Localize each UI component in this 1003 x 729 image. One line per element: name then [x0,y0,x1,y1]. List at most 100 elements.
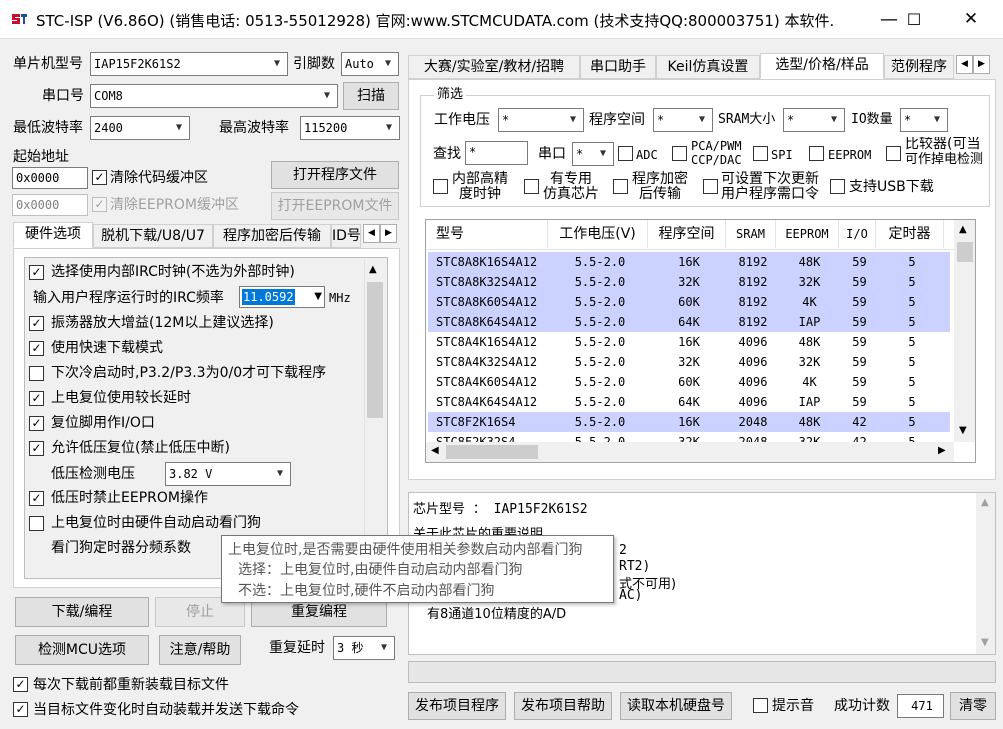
search-input[interactable]: * [465,141,528,165]
header-io[interactable]: I/O [839,220,876,248]
tab-hardware-options[interactable]: 硬件选项 [13,222,93,248]
table-row[interactable]: STC8F2K32S4 5.5-2.0 32K 2048 32K 42 5 [428,432,950,442]
close-button[interactable]: ✕ [948,0,994,39]
scroll-up-icon[interactable]: ▲ [981,497,989,508]
sram-filter-combo[interactable]: * ▼ [783,108,845,132]
header-timer[interactable]: 定时器 [876,220,944,248]
tab-keil-emulation[interactable]: Keil仿真设置 [656,55,760,79]
reload-before-download-checkbox[interactable]: ✓ [13,677,28,692]
scan-button[interactable]: 扫描 [343,82,399,110]
use-internal-irc-checkbox[interactable]: ✓ [29,265,44,280]
update-password-checkbox[interactable] [703,179,718,194]
usb-download-checkbox[interactable] [830,179,845,194]
tab-example-programs[interactable]: 范例程序 [884,55,954,79]
table-row[interactable]: STC8A8K60S4A12 5.5-2.0 60K 8192 4K 59 5 [428,292,950,312]
disable-eeprom-low-voltage-checkbox[interactable]: ✓ [29,491,44,506]
uart-filter-combo[interactable]: * ▼ [572,142,614,166]
clear-code-buffer-label: 清除代码缓冲区 [110,170,208,186]
cell-sram: 8192 [738,295,768,309]
table-row[interactable]: STC8A4K60S4A12 5.5-2.0 60K 4096 4K 59 5 [428,372,950,392]
cold-start-condition-checkbox[interactable] [29,366,44,381]
search-label: 查找 [433,146,461,162]
info-scrollbar[interactable]: ▲ ▼ [976,493,995,654]
tab-id-number[interactable]: ID号 [331,224,361,248]
scroll-down-icon[interactable]: ▼ [959,425,967,436]
table-row[interactable]: STC8A8K16S4A12 5.5-2.0 16K 8192 48K 59 5 [428,252,950,272]
oscillator-gain-checkbox[interactable]: ✓ [29,316,44,331]
repeat-delay-combo[interactable]: 3 秒 ▼ [333,636,395,660]
table-row[interactable]: STC8F2K16S4 5.5-2.0 16K 2048 48K 42 5 [428,412,950,432]
chip-info-line: AC) [619,588,643,603]
internal-irc-filter-checkbox[interactable] [433,179,448,194]
scroll-right-icon[interactable]: ▶ [938,445,946,456]
irc-frequency-combo[interactable]: 11.0592 ▼ [239,286,325,308]
header-sram[interactable]: SRAM [726,220,776,248]
io-filter-combo[interactable]: * ▼ [900,108,948,132]
tab-serial-assistant[interactable]: 串口助手 [580,55,656,79]
open-program-file-button[interactable]: 打开程序文件 [271,161,399,189]
read-disk-id-button[interactable]: 读取本机硬盘号 [620,692,732,720]
clear-eeprom-buffer-checkbox[interactable]: ✓ [92,197,107,212]
open-eeprom-file-button[interactable]: 打开EEPROM文件 [271,192,399,220]
tab-encrypted-transfer[interactable]: 程序加密后传输 [213,224,331,248]
tab-scroll-right-icon[interactable]: ▶ [380,224,397,243]
scroll-up-icon[interactable]: ▲ [369,264,377,275]
table-row[interactable]: STC8A8K64S4A12 5.5-2.0 64K 8192 IAP 59 5 [428,312,950,332]
scroll-left-icon[interactable]: ◀ [431,445,439,456]
max-baud-combo[interactable]: 115200 ▼ [300,116,400,140]
low-voltage-threshold-combo[interactable]: 3.82 V ▼ [165,462,291,486]
comparator-checkbox[interactable] [886,146,901,161]
header-eeprom[interactable]: EEPROM [776,220,839,248]
table-row[interactable]: STC8A4K64S4A12 5.5-2.0 64K 4096 IAP 59 5 [428,392,950,412]
clear-code-buffer-checkbox[interactable]: ✓ [92,170,107,185]
scroll-down-icon[interactable]: ▼ [981,637,989,648]
spi-checkbox[interactable] [753,146,768,161]
auto-send-on-change-checkbox[interactable]: ✓ [13,702,28,717]
flash-filter-combo[interactable]: * ▼ [653,108,713,132]
fast-download-checkbox[interactable]: ✓ [29,341,44,356]
voltage-filter-combo[interactable]: * ▼ [498,108,584,132]
auto-watchdog-checkbox[interactable] [29,516,44,531]
header-voltage[interactable]: 工作电压(V) [548,220,648,248]
tab-scroll-left-icon[interactable]: ◀ [363,224,380,243]
help-button[interactable]: 注意/帮助 [159,635,241,665]
options-scrollbar[interactable]: ▲ [364,260,384,576]
pin-count-combo[interactable]: Auto ▼ [341,52,399,76]
header-model[interactable]: 型号 [426,220,548,248]
download-program-button[interactable]: 下载/编程 [15,597,149,627]
options-scrollbar-thumb[interactable] [367,282,383,418]
tab-scroll-left-icon[interactable]: ◀ [956,55,973,74]
reset-pin-io-checkbox[interactable]: ✓ [29,416,44,431]
table-vertical-scrollbar[interactable]: ▲ ▼ [954,220,975,442]
maximize-button[interactable]: ☐ [891,0,937,39]
publish-program-button[interactable]: 发布项目程序 [408,692,506,720]
tab-selection-price[interactable]: 选型/价格/样品 [760,53,884,79]
long-reset-delay-checkbox[interactable]: ✓ [29,391,44,406]
tab-offline-download[interactable]: 脱机下载/U8/U7 [93,224,213,248]
tab-scroll-right-icon[interactable]: ▶ [973,55,990,74]
eeprom-checkbox[interactable] [809,146,824,161]
table-row[interactable]: STC8A8K32S4A12 5.5-2.0 32K 8192 32K 59 5 [428,272,950,292]
table-horizontal-scrollbar[interactable]: ◀ ▶ [426,442,954,462]
table-row[interactable]: STC8A4K16S4A12 5.5-2.0 16K 4096 48K 59 5 [428,332,950,352]
header-flash[interactable]: 程序空间 [648,220,726,248]
clear-count-button[interactable]: 清零 [950,692,996,720]
pca-pwm-checkbox[interactable] [672,146,687,161]
table-hscroll-thumb[interactable] [446,445,538,459]
low-voltage-reset-checkbox[interactable]: ✓ [29,441,44,456]
detect-mcu-options-button[interactable]: 检测MCU选项 [15,635,149,665]
mcu-type-combo[interactable]: IAP15F2K61S2 ▼ [90,52,288,76]
min-baud-combo[interactable]: 2400 ▼ [90,116,190,140]
publish-help-button[interactable]: 发布项目帮助 [514,692,612,720]
code-start-address-input[interactable]: 0x0000 [12,167,88,189]
eeprom-start-address-input[interactable]: 0x0000 [12,194,88,216]
tab-competition-lab[interactable]: 大赛/实验室/教材/招聘 [408,55,580,79]
encrypted-transfer-checkbox[interactable] [613,179,628,194]
port-combo[interactable]: COM8 ▼ [90,84,338,108]
scroll-up-icon[interactable]: ▲ [959,224,967,235]
table-scrollbar-thumb[interactable] [957,242,973,262]
table-row[interactable]: STC8A4K32S4A12 5.5-2.0 32K 4096 32K 59 5 [428,352,950,372]
emulation-chip-checkbox[interactable] [524,179,539,194]
beep-checkbox[interactable] [753,698,768,713]
adc-checkbox[interactable] [618,146,633,161]
